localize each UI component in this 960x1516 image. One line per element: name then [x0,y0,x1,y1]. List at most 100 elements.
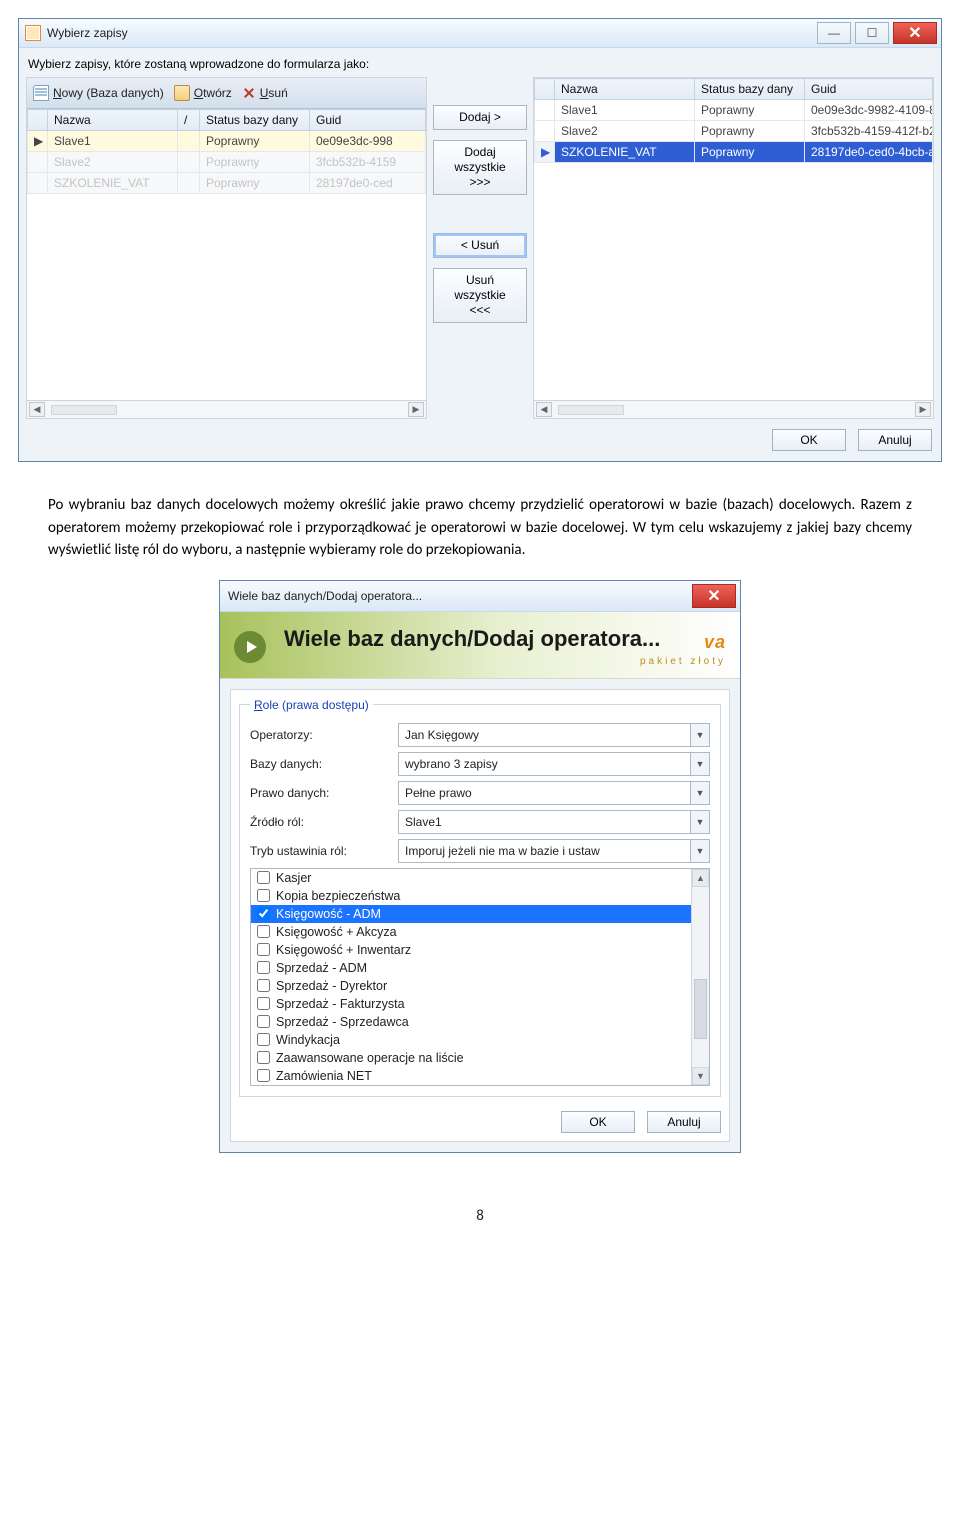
role-label: Sprzedaż - ADM [276,961,367,975]
scroll-right-icon[interactable]: ▶ [915,402,931,417]
chevron-down-icon[interactable]: ▼ [690,753,709,775]
close-button[interactable]: ✕ [893,22,937,44]
right-value: Pełne prawo [399,786,690,800]
table-row[interactable]: SZKOLENIE_VATPoprawny28197de0-ced [28,173,426,194]
source-grid[interactable]: Nazwa / Status bazy dany Guid ▶Slave1Pop… [27,109,426,400]
role-checkbox[interactable] [257,943,270,956]
play-icon [234,631,266,663]
col-name[interactable]: Nazwa [48,110,178,131]
list-item[interactable]: Kopia bezpieczeństwa [251,887,691,905]
list-item[interactable]: Sprzedaż - Fakturzysta [251,995,691,1013]
ok-button[interactable]: OK [561,1111,635,1133]
add-all-button[interactable]: Dodaj wszystkie >>> [433,140,527,195]
list-item[interactable]: Księgowość + Inwentarz [251,941,691,959]
col-name[interactable]: Nazwa [555,79,695,100]
source-combo[interactable]: Slave1 ▼ [398,810,710,834]
remove-button[interactable]: < Usuń [433,233,527,258]
role-checkbox[interactable] [257,907,270,920]
right-combo[interactable]: Pełne prawo ▼ [398,781,710,805]
role-checkbox[interactable] [257,925,270,938]
role-checkbox[interactable] [257,871,270,884]
scroll-up-icon[interactable]: ▲ [692,869,709,887]
target-grid[interactable]: Nazwa Status bazy dany Guid Slave1Popraw… [534,78,933,400]
target-panel: Nazwa Status bazy dany Guid Slave1Popraw… [533,77,934,419]
add-operator-dialog: Wiele baz danych/Dodaj operatora... ✕ Wi… [219,580,741,1153]
source-value: Slave1 [399,815,690,829]
role-checkbox[interactable] [257,889,270,902]
operator-label: Operatorzy: [250,728,398,742]
chevron-down-icon[interactable]: ▼ [690,811,709,833]
role-checkbox[interactable] [257,1033,270,1046]
table-row[interactable]: ▶SZKOLENIE_VATPoprawny28197de0-ced0-4bcb… [535,142,933,163]
banner-title: Wiele baz danych/Dodaj operatora... [284,626,730,652]
minimize-button[interactable]: — [817,22,851,44]
chevron-down-icon[interactable]: ▼ [690,782,709,804]
cancel-button[interactable]: Anuluj [647,1111,721,1133]
role-label: Kopia bezpieczeństwa [276,889,400,903]
role-checkbox[interactable] [257,1069,270,1082]
role-checkbox[interactable] [257,1015,270,1028]
role-checkbox[interactable] [257,1051,270,1064]
close-button[interactable]: ✕ [692,584,736,608]
roles-listbox[interactable]: Kasjer Kopia bezpieczeństwa Księgowość - A… [250,868,710,1086]
maximize-button[interactable]: ☐ [855,22,889,44]
table-row[interactable]: ▶Slave1Poprawny0e09e3dc-998 [28,131,426,152]
col-sort[interactable]: / [178,110,200,131]
mode-combo[interactable]: Imporuj jeżeli nie ma w bazie i ustaw ▼ [398,839,710,863]
col-status[interactable]: Status bazy dany [200,110,310,131]
table-row[interactable]: Slave1Poprawny0e09e3dc-9982-4109-8 [535,100,933,121]
role-checkbox[interactable] [257,979,270,992]
list-item[interactable]: Księgowość + Akcyza [251,923,691,941]
chevron-down-icon[interactable]: ▼ [690,840,709,862]
scroll-left-icon[interactable]: ◀ [536,402,552,417]
role-label: Księgowość + Inwentarz [276,943,411,957]
cancel-button[interactable]: Anuluj [858,429,932,451]
list-item[interactable]: Zamówienia NET [251,1067,691,1085]
remove-all-button[interactable]: Usuń wszystkie <<< [433,268,527,323]
delete-button[interactable]: Usuń [242,86,288,100]
right-label: Prawo danych: [250,786,398,800]
chevron-down-icon[interactable]: ▼ [690,724,709,746]
add-button[interactable]: Dodaj > [433,105,527,130]
role-label: Windykacja [276,1033,340,1047]
list-item[interactable]: Zaawansowane operacje na liście [251,1049,691,1067]
source-hscroll[interactable]: ◀ ▶ [27,400,426,418]
role-checkbox[interactable] [257,961,270,974]
operator-combo[interactable]: Jan Księgowy ▼ [398,723,710,747]
table-row[interactable]: Slave2Poprawny3fcb532b-4159-412f-b2 [535,121,933,142]
scroll-thumb[interactable] [558,405,624,415]
scroll-left-icon[interactable]: ◀ [29,402,45,417]
instruction-text: Wybierz zapisy, które zostaną wprowadzon… [26,53,934,77]
role-checkbox[interactable] [257,997,270,1010]
new-db-label: Nowy (Baza danych) [53,86,164,100]
titlebar: Wybierz zapisy — ☐ ✕ [19,19,941,48]
scroll-thumb[interactable] [51,405,117,415]
new-db-button[interactable]: Nowy (Baza danych) [33,85,164,101]
dialog-banner: Wiele baz danych/Dodaj operatora... va p… [220,612,740,679]
roles-scrollbar[interactable]: ▲ ▼ [691,869,709,1085]
role-label: Zaawansowane operacje na liście [276,1051,464,1065]
folder-open-icon [174,85,190,101]
open-button[interactable]: Otwórz [174,85,232,101]
delete-label: Usuń [260,86,288,100]
list-item[interactable]: Windykacja [251,1031,691,1049]
col-guid[interactable]: Guid [805,79,933,100]
list-item[interactable]: Sprzedaż - Dyrektor [251,977,691,995]
list-item[interactable]: Księgowość - ADM [251,905,691,923]
list-item[interactable]: Kasjer [251,869,691,887]
scroll-thumb[interactable] [694,979,707,1039]
target-hscroll[interactable]: ◀ ▶ [534,400,933,418]
scroll-down-icon[interactable]: ▼ [692,1067,709,1085]
list-item[interactable]: Sprzedaż - ADM [251,959,691,977]
window-title: Wybierz zapisy [47,26,128,40]
table-row[interactable]: Slave2Poprawny3fcb532b-4159 [28,152,426,173]
list-item[interactable]: Sprzedaż - Sprzedawca [251,1013,691,1031]
ok-button[interactable]: OK [772,429,846,451]
col-status[interactable]: Status bazy dany [695,79,805,100]
dialog-titlebar: Wiele baz danych/Dodaj operatora... ✕ [220,581,740,612]
scroll-right-icon[interactable]: ▶ [408,402,424,417]
open-label: Otwórz [194,86,232,100]
db-combo[interactable]: wybrano 3 zapisy ▼ [398,752,710,776]
col-guid[interactable]: Guid [310,110,426,131]
mode-label: Tryb ustawinia ról: [250,844,398,858]
